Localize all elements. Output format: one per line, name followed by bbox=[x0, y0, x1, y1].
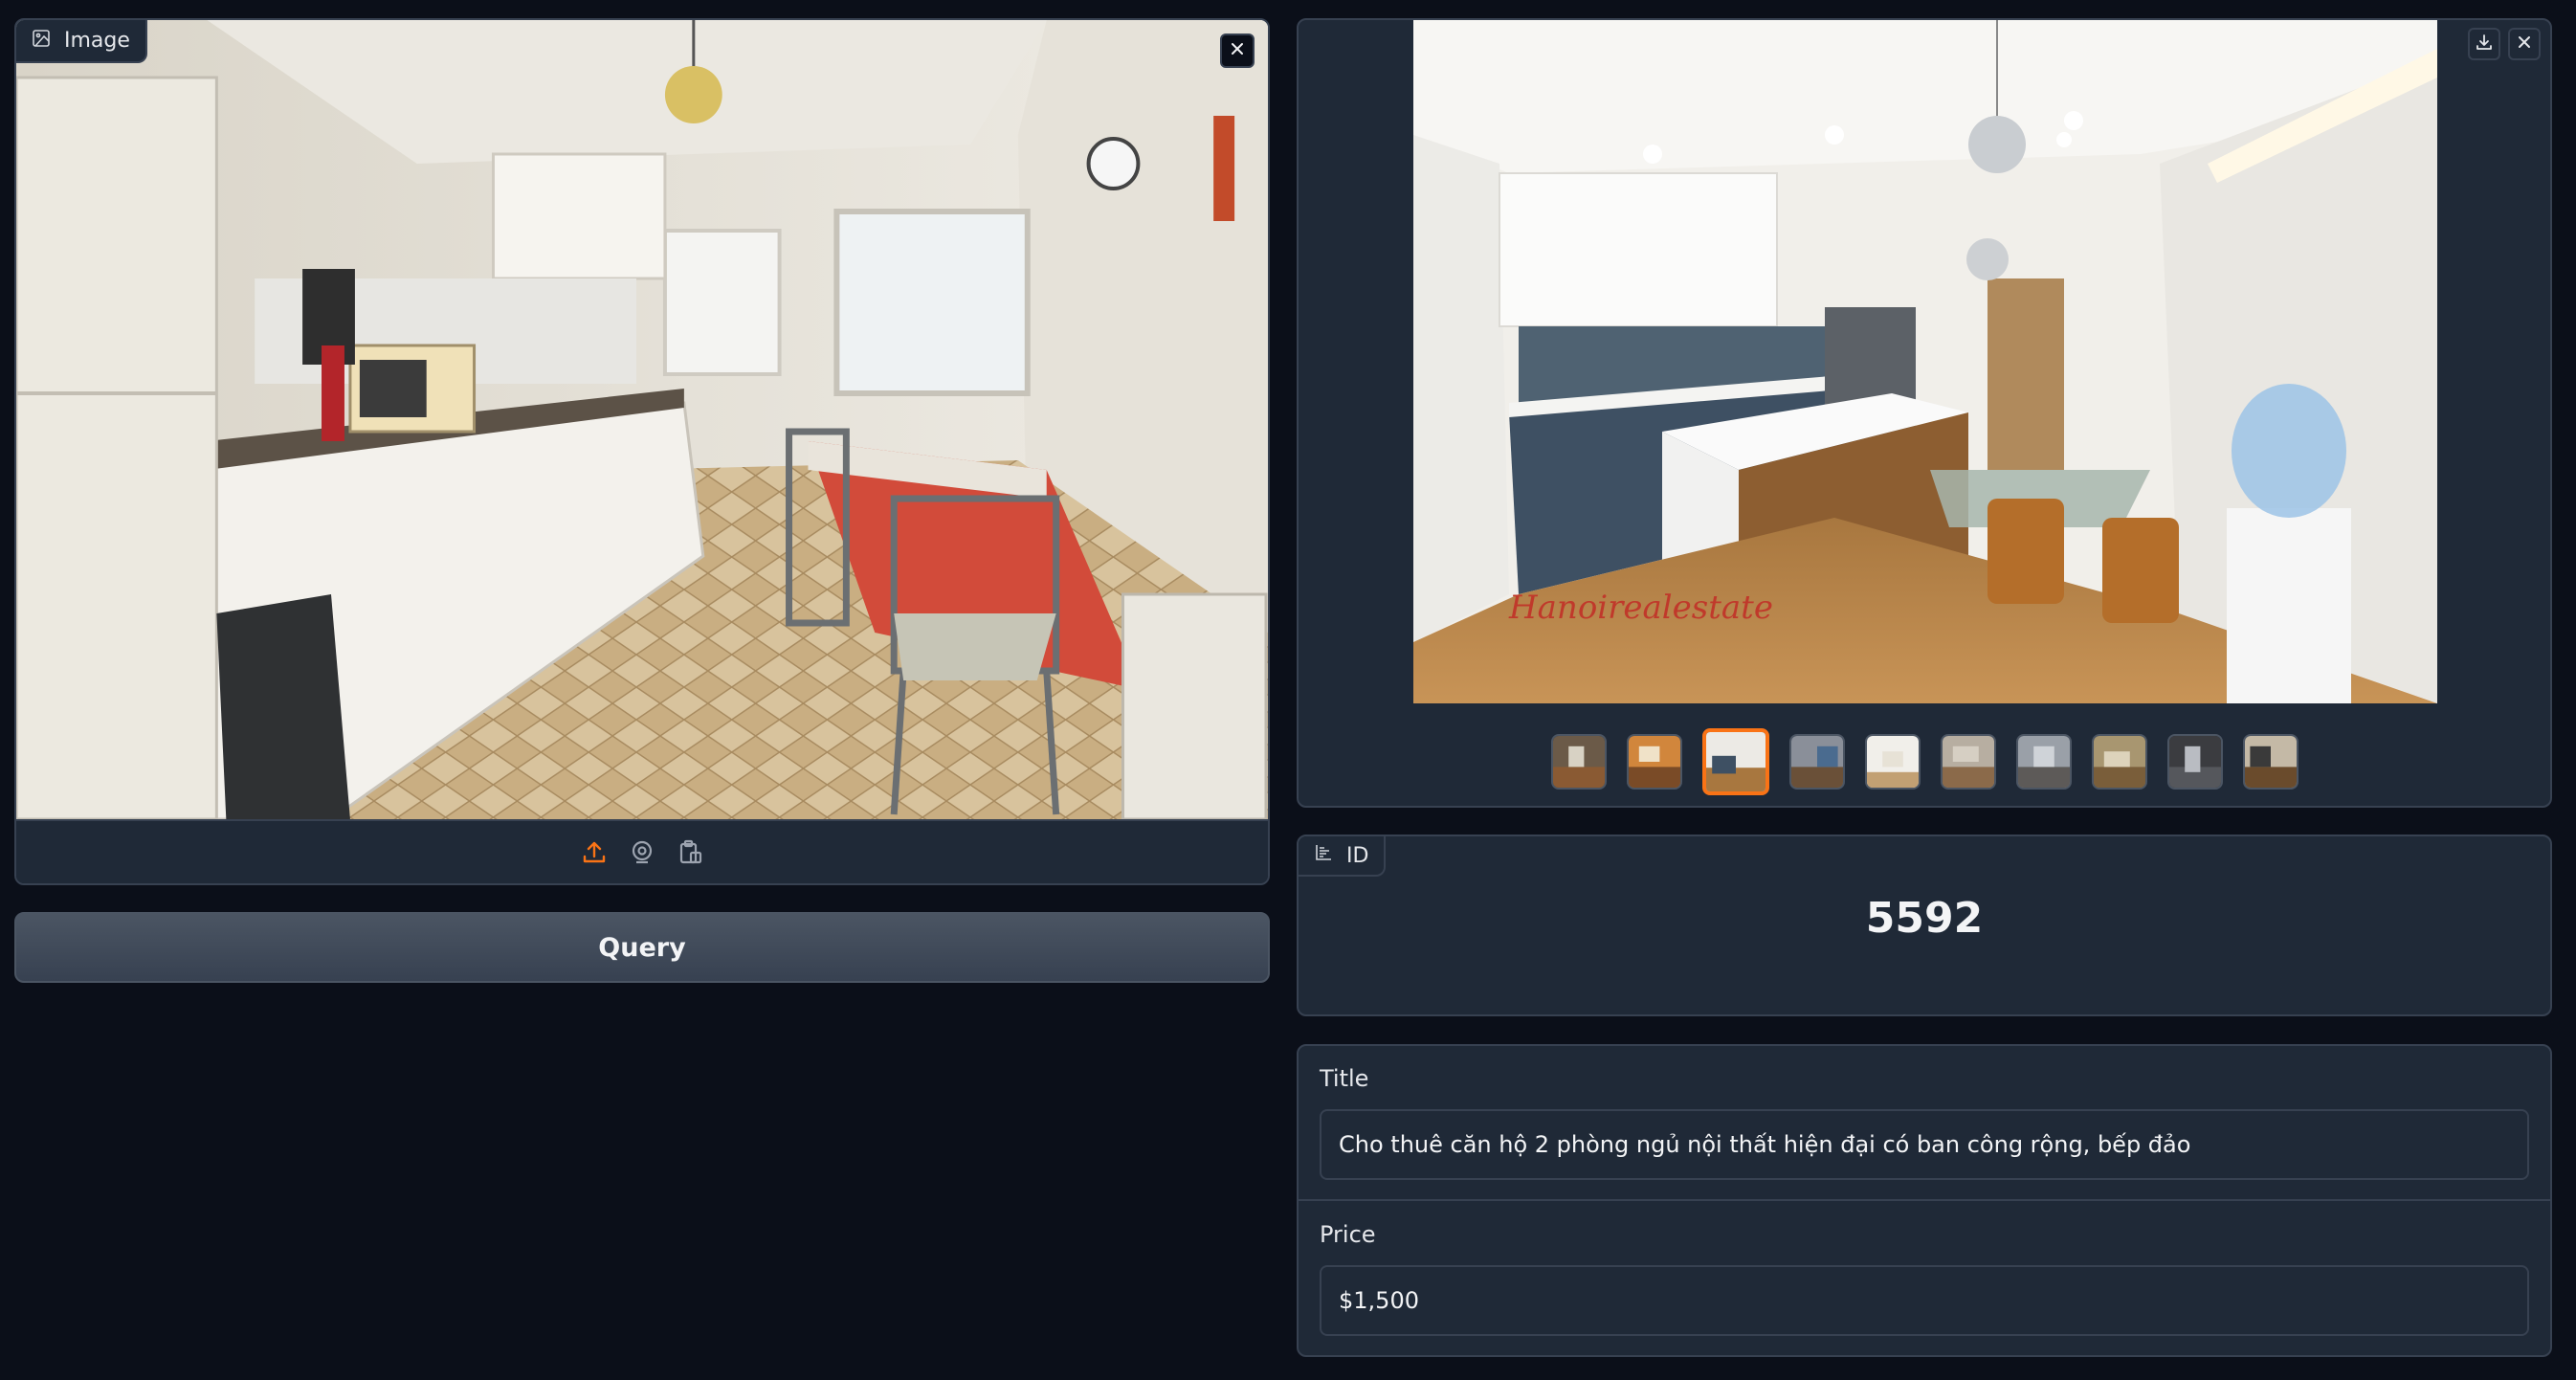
gallery-thumbnail[interactable] bbox=[2166, 734, 2223, 790]
id-value: 5592 bbox=[1865, 894, 1984, 943]
close-icon bbox=[2515, 33, 2534, 56]
price-label: Price bbox=[1320, 1221, 1376, 1248]
gallery-thumbnail[interactable] bbox=[2015, 734, 2072, 790]
image-icon bbox=[32, 29, 51, 54]
clipboard-icon bbox=[677, 839, 703, 870]
gallery-thumbnails bbox=[1299, 728, 2550, 795]
gallery-thumbnail[interactable] bbox=[1940, 734, 1996, 790]
result-gallery: Hanoirealestate bbox=[1297, 18, 2552, 808]
uploaded-kitchen-photo[interactable] bbox=[16, 20, 1268, 819]
gallery-thumbnail[interactable] bbox=[1626, 734, 1682, 790]
close-gallery-button[interactable] bbox=[2508, 28, 2541, 60]
id-label-text: ID bbox=[1346, 843, 1369, 868]
gallery-selected-image[interactable]: Hanoirealestate bbox=[1413, 20, 2437, 703]
price-block: Price $1,500 bbox=[1299, 1221, 2550, 1336]
upload-source-button[interactable] bbox=[580, 840, 609, 869]
title-block: Title Cho thuê căn hộ 2 phòng ngủ nội th… bbox=[1299, 1065, 2550, 1180]
download-button[interactable] bbox=[2468, 28, 2500, 60]
clipboard-source-button[interactable] bbox=[676, 839, 704, 870]
gallery-thumbnail[interactable] bbox=[1864, 734, 1921, 790]
title-field[interactable]: Cho thuê căn hộ 2 phòng ngủ nội thất hiệ… bbox=[1320, 1109, 2529, 1180]
form-divider bbox=[1299, 1199, 2550, 1201]
bar-chart-icon bbox=[1314, 843, 1333, 868]
id-label: ID bbox=[1299, 836, 1387, 877]
listing-details: Title Cho thuê căn hộ 2 phòng ngủ nội th… bbox=[1297, 1044, 2552, 1357]
image-label-text: Image bbox=[64, 29, 130, 53]
webcam-icon bbox=[629, 839, 655, 870]
gallery-thumbnail-selected[interactable] bbox=[1701, 728, 1769, 795]
svg-text:Hanoirealestate: Hanoirealestate bbox=[1508, 589, 1773, 627]
webcam-source-button[interactable] bbox=[628, 840, 656, 869]
image-source-bar bbox=[16, 819, 1268, 883]
price-field[interactable]: $1,500 bbox=[1320, 1265, 2529, 1336]
title-label: Title bbox=[1320, 1065, 1369, 1092]
clear-image-button[interactable] bbox=[1220, 33, 1255, 68]
gallery-thumbnail[interactable] bbox=[2091, 734, 2147, 790]
query-button[interactable]: Query bbox=[14, 912, 1270, 983]
close-icon bbox=[1228, 39, 1247, 62]
gallery-thumbnail[interactable] bbox=[1550, 734, 1607, 790]
gallery-thumbnail[interactable] bbox=[1788, 734, 1845, 790]
id-block: ID 5592 bbox=[1297, 835, 2552, 1016]
gallery-thumbnail[interactable] bbox=[2242, 734, 2298, 790]
image-input-block: Image bbox=[14, 18, 1270, 885]
image-label: Image bbox=[16, 20, 147, 63]
upload-icon bbox=[581, 839, 608, 870]
download-icon bbox=[2475, 33, 2494, 56]
